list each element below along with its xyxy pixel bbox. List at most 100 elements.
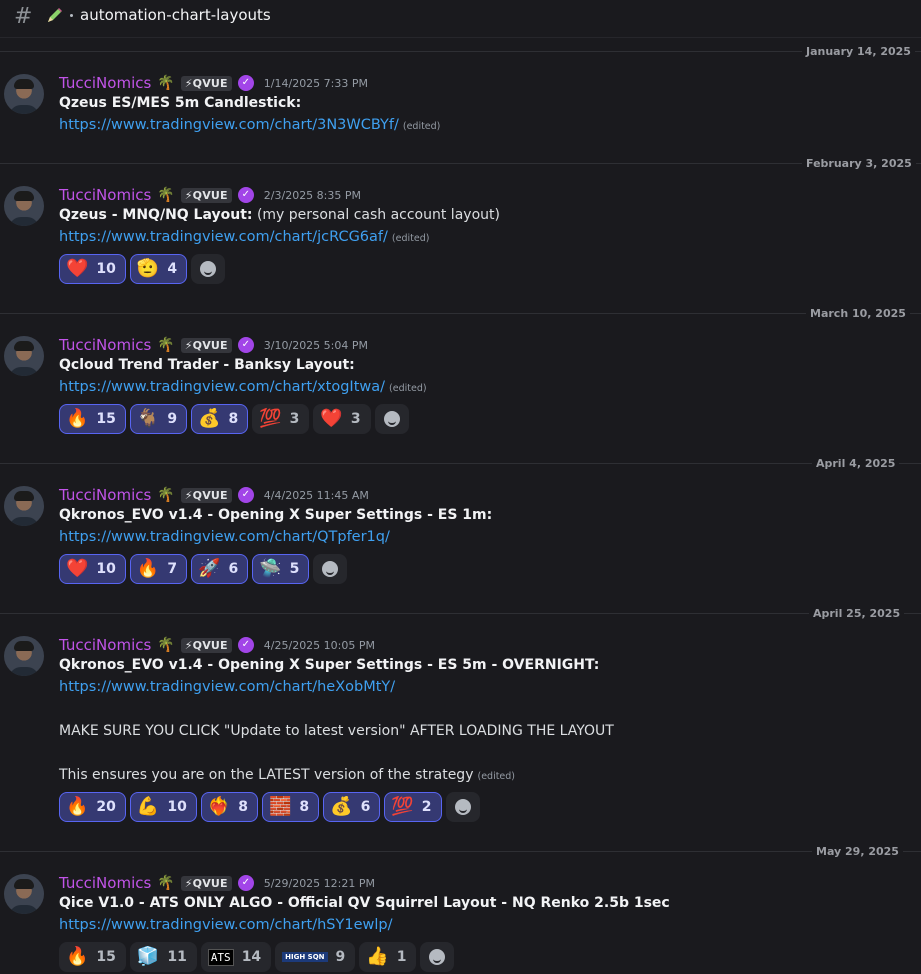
date-divider: April 25, 2025 — [809, 607, 905, 620]
heart-icon: ❤️ — [320, 408, 343, 429]
date-divider-line — [0, 463, 921, 464]
reactions-bar: 🔥 15 🧊 11 ATS 14 HIGH SQN 9 👍 1 — [59, 942, 455, 972]
chart-link[interactable]: https://www.tradingview.com/chart/jcRCG6… — [59, 229, 388, 245]
smiley-icon — [429, 949, 446, 965]
reaction-salute[interactable]: 🫡 4 — [129, 254, 188, 284]
server-tag-badge[interactable]: ⚡QVUE — [180, 487, 232, 503]
message-title: Qice V1.0 - ATS ONLY ALGO - Official QV … — [59, 895, 670, 911]
separator-dot — [70, 14, 73, 17]
timestamp: 3/10/2025 5:04 PM — [263, 338, 369, 352]
date-divider-line — [0, 851, 921, 852]
date-divider-line — [0, 613, 921, 614]
server-tag-badge[interactable]: ⚡QVUE — [180, 337, 232, 353]
username[interactable]: TucciNomics — [59, 874, 151, 892]
reactions-bar: 🔥 20 💪 10 ❤️‍🔥 8 🧱 8 💰 6 💯 2 — [59, 792, 480, 822]
date-divider-line — [0, 313, 921, 314]
reaction-fire[interactable]: 🔥 15 — [59, 404, 126, 434]
avatar[interactable] — [4, 486, 44, 526]
add-reaction-button[interactable] — [420, 942, 455, 972]
chart-link[interactable]: https://www.tradingview.com/chart/xtogIt… — [59, 379, 385, 395]
reaction-money-bag[interactable]: 💰 6 — [323, 792, 381, 822]
reaction-heart[interactable]: ❤️ 10 — [59, 254, 126, 284]
date-divider: February 3, 2025 — [802, 157, 916, 170]
reaction-heart[interactable]: ❤️ 10 — [59, 554, 126, 584]
fire-icon: 🔥 — [66, 408, 89, 429]
heart-icon: ❤️ — [66, 558, 89, 579]
palm-tree-icon: 🌴 — [157, 487, 175, 503]
reaction-heart-on-fire[interactable]: ❤️‍🔥 8 — [200, 792, 258, 822]
username[interactable]: TucciNomics — [59, 74, 151, 92]
avatar[interactable] — [4, 636, 44, 676]
message-title: Qzeus - MNQ/NQ Layout: (my personal cash… — [59, 207, 500, 223]
username[interactable]: TucciNomics — [59, 636, 151, 654]
reaction-fire[interactable]: 🔥 15 — [59, 942, 126, 972]
goat-icon: 🐐 — [136, 408, 160, 429]
add-reaction-button[interactable] — [374, 404, 409, 434]
message-link-line: https://www.tradingview.com/chart/heXobM… — [59, 679, 395, 695]
server-tag-badge[interactable]: ⚡QVUE — [180, 75, 232, 91]
reaction-rocket[interactable]: 🚀 6 — [191, 554, 249, 584]
username[interactable]: TucciNomics — [59, 186, 151, 204]
verified-check-icon: ✓ — [237, 487, 254, 503]
chart-link[interactable]: https://www.tradingview.com/chart/hSY1ew… — [59, 917, 392, 933]
message-link-line: https://www.tradingview.com/chart/3N3WCB… — [59, 117, 440, 133]
reactions-bar: ❤️ 10 🔥 7 🚀 6 🛸 5 — [59, 554, 348, 584]
reaction-flexed-biceps[interactable]: 💪 10 — [129, 792, 197, 822]
hundred-points-icon: 💯 — [391, 796, 414, 817]
rocket-icon: 🚀 — [198, 558, 221, 579]
username[interactable]: TucciNomics — [59, 336, 151, 354]
message-title: Qcloud Trend Trader - Banksy Layout: — [59, 357, 355, 373]
message-header: TucciNomics 🌴 ⚡QVUE ✓ 4/25/2025 10:05 PM — [59, 635, 375, 655]
fire-icon: 🔥 — [66, 946, 89, 967]
message-link-line: https://www.tradingview.com/chart/QTpfer… — [59, 529, 390, 545]
avatar[interactable] — [4, 874, 44, 914]
reaction-goat[interactable]: 🐐 9 — [129, 404, 188, 434]
timestamp: 4/4/2025 11:45 AM — [263, 488, 369, 502]
reaction-heart[interactable]: ❤️ 3 — [313, 404, 371, 434]
message-body-line: MAKE SURE YOU CLICK "Update to latest ve… — [59, 723, 614, 739]
reaction-brick[interactable]: 🧱 8 — [261, 792, 320, 822]
avatar[interactable] — [4, 74, 44, 114]
reaction-thumbs-up[interactable]: 👍 1 — [359, 942, 417, 972]
money-bag-icon: 💰 — [330, 796, 353, 817]
username[interactable]: TucciNomics — [59, 486, 151, 504]
server-tag-badge[interactable]: ⚡QVUE — [180, 875, 232, 891]
reaction-ufo[interactable]: 🛸 5 — [252, 554, 310, 584]
channel-hash-icon: # — [14, 4, 33, 29]
verified-check-icon: ✓ — [237, 187, 254, 203]
high-sqn-custom-emoji-icon: HIGH SQN — [282, 952, 328, 962]
avatar[interactable] — [4, 186, 44, 226]
server-tag-badge[interactable]: ⚡QVUE — [180, 637, 232, 653]
reaction-fire[interactable]: 🔥 7 — [129, 554, 188, 584]
pencil-icon — [48, 8, 62, 22]
reaction-fire[interactable]: 🔥 20 — [59, 792, 126, 822]
reaction-money-bag[interactable]: 💰 8 — [191, 404, 249, 434]
message-header: TucciNomics 🌴 ⚡QVUE ✓ 2/3/2025 8:35 PM — [59, 185, 361, 205]
reaction-hundred[interactable]: 💯 2 — [384, 792, 442, 822]
brick-icon: 🧱 — [268, 796, 292, 817]
reaction-ats[interactable]: ATS 14 — [200, 942, 272, 972]
edited-label: (edited) — [391, 233, 430, 244]
date-divider: May 29, 2025 — [812, 845, 903, 858]
edited-label: (edited) — [477, 771, 516, 782]
date-divider: March 10, 2025 — [806, 307, 910, 320]
add-reaction-button[interactable] — [191, 254, 226, 284]
add-reaction-button[interactable] — [313, 554, 348, 584]
add-reaction-button[interactable] — [445, 792, 480, 822]
reaction-ice-cube[interactable]: 🧊 11 — [129, 942, 197, 972]
chart-link[interactable]: https://www.tradingview.com/chart/QTpfer… — [59, 529, 390, 545]
palm-tree-icon: 🌴 — [157, 337, 175, 353]
reaction-high-sqn[interactable]: HIGH SQN 9 — [275, 942, 356, 972]
money-bag-icon: 💰 — [198, 408, 221, 429]
heart-on-fire-icon: ❤️‍🔥 — [207, 796, 231, 817]
ats-custom-emoji-icon: ATS — [207, 948, 234, 966]
avatar[interactable] — [4, 336, 44, 376]
palm-tree-icon: 🌴 — [157, 187, 175, 203]
chart-link[interactable]: https://www.tradingview.com/chart/3N3WCB… — [59, 117, 399, 133]
verified-check-icon: ✓ — [237, 337, 254, 353]
server-tag-badge[interactable]: ⚡QVUE — [180, 187, 232, 203]
timestamp: 5/29/2025 12:21 PM — [263, 876, 376, 890]
chart-link[interactable]: https://www.tradingview.com/chart/heXobM… — [59, 679, 395, 695]
date-divider-line — [0, 163, 921, 164]
reaction-hundred[interactable]: 💯 3 — [252, 404, 310, 434]
